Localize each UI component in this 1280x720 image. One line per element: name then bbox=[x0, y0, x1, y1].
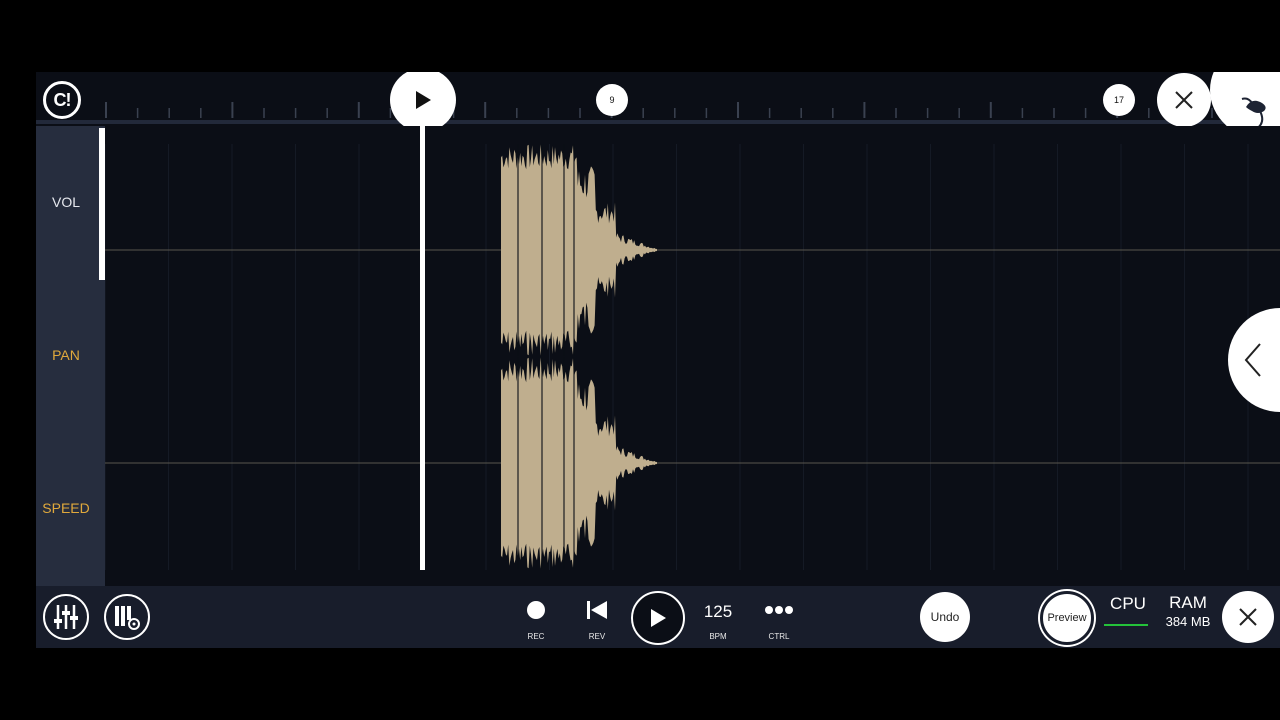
waveform-gap bbox=[573, 357, 575, 569]
piano-settings-button[interactable] bbox=[104, 594, 150, 640]
waveform-gap bbox=[517, 144, 519, 356]
cpu-meter-bar bbox=[1104, 624, 1148, 626]
waveform-channel bbox=[501, 357, 657, 569]
rec-caption: REC bbox=[527, 632, 545, 641]
preview-button[interactable]: Preview bbox=[1040, 591, 1094, 645]
waveform-gap bbox=[517, 357, 519, 569]
play-icon bbox=[416, 91, 431, 109]
play-icon bbox=[651, 609, 666, 627]
bpm-value: 125 bbox=[703, 602, 733, 621]
waveform-channel bbox=[501, 144, 657, 356]
speed-tab[interactable]: SPEED bbox=[36, 500, 96, 516]
cpu-meter: CPU bbox=[1102, 594, 1154, 626]
ctrl-button[interactable]: CTRL bbox=[757, 594, 801, 641]
ellipsis-icon bbox=[765, 606, 793, 614]
mixer-button[interactable] bbox=[43, 594, 89, 640]
close-button[interactable] bbox=[1222, 591, 1274, 643]
piano-settings-icon bbox=[115, 606, 140, 630]
close-icon bbox=[1239, 608, 1257, 626]
undo-button[interactable]: Undo bbox=[920, 592, 970, 642]
pan-tab[interactable]: PAN bbox=[36, 347, 96, 363]
bar-marker-9[interactable]: 9 bbox=[596, 84, 628, 116]
ctrl-caption: CTRL bbox=[768, 632, 790, 641]
mixer-icon bbox=[54, 605, 78, 629]
ram-meter: RAM 384 MB bbox=[1160, 593, 1216, 629]
waveform bbox=[105, 144, 1280, 570]
record-button[interactable]: REC bbox=[514, 594, 558, 641]
rewind-icon bbox=[587, 601, 607, 619]
fl-logo-icon: C! bbox=[53, 89, 72, 110]
chevron-left-icon bbox=[1244, 343, 1261, 377]
close-editor-button[interactable] bbox=[1157, 73, 1211, 127]
waveform-gap bbox=[573, 144, 575, 356]
ram-label: RAM bbox=[1169, 593, 1207, 612]
close-icon bbox=[1175, 91, 1193, 109]
waveform-gap bbox=[541, 357, 543, 569]
ruler-ticks bbox=[105, 102, 1276, 118]
rev-caption: REV bbox=[588, 632, 606, 641]
play-button[interactable] bbox=[631, 591, 685, 645]
record-dot-icon bbox=[527, 601, 545, 619]
logo-button[interactable]: C! bbox=[43, 81, 81, 119]
waveform-gap bbox=[563, 357, 565, 569]
ruler-divider bbox=[36, 120, 1280, 124]
waveform-gap bbox=[563, 144, 565, 356]
playhead[interactable] bbox=[420, 126, 425, 570]
timeline-ruler[interactable]: C! 9 17 bbox=[36, 72, 1280, 140]
bar-marker-17[interactable]: 17 bbox=[1103, 84, 1135, 116]
waveform-editor[interactable] bbox=[105, 126, 1280, 586]
bottom-toolbar: REC REV 125 BPM CTRL Undo Preview CPU RA… bbox=[36, 586, 1280, 648]
bpm-caption: BPM bbox=[709, 632, 727, 641]
cpu-label: CPU bbox=[1110, 594, 1146, 613]
vol-tab[interactable]: VOL bbox=[36, 194, 96, 210]
audio-editor-window: C! 9 17 VOL PAN SPEED REC REV 125 BPM CT… bbox=[36, 72, 1280, 648]
envelope-sidebar: VOL PAN SPEED bbox=[36, 126, 105, 586]
ram-value: 384 MB bbox=[1165, 614, 1211, 629]
waveform-gap bbox=[541, 144, 543, 356]
rewind-button[interactable]: REV bbox=[575, 594, 619, 641]
